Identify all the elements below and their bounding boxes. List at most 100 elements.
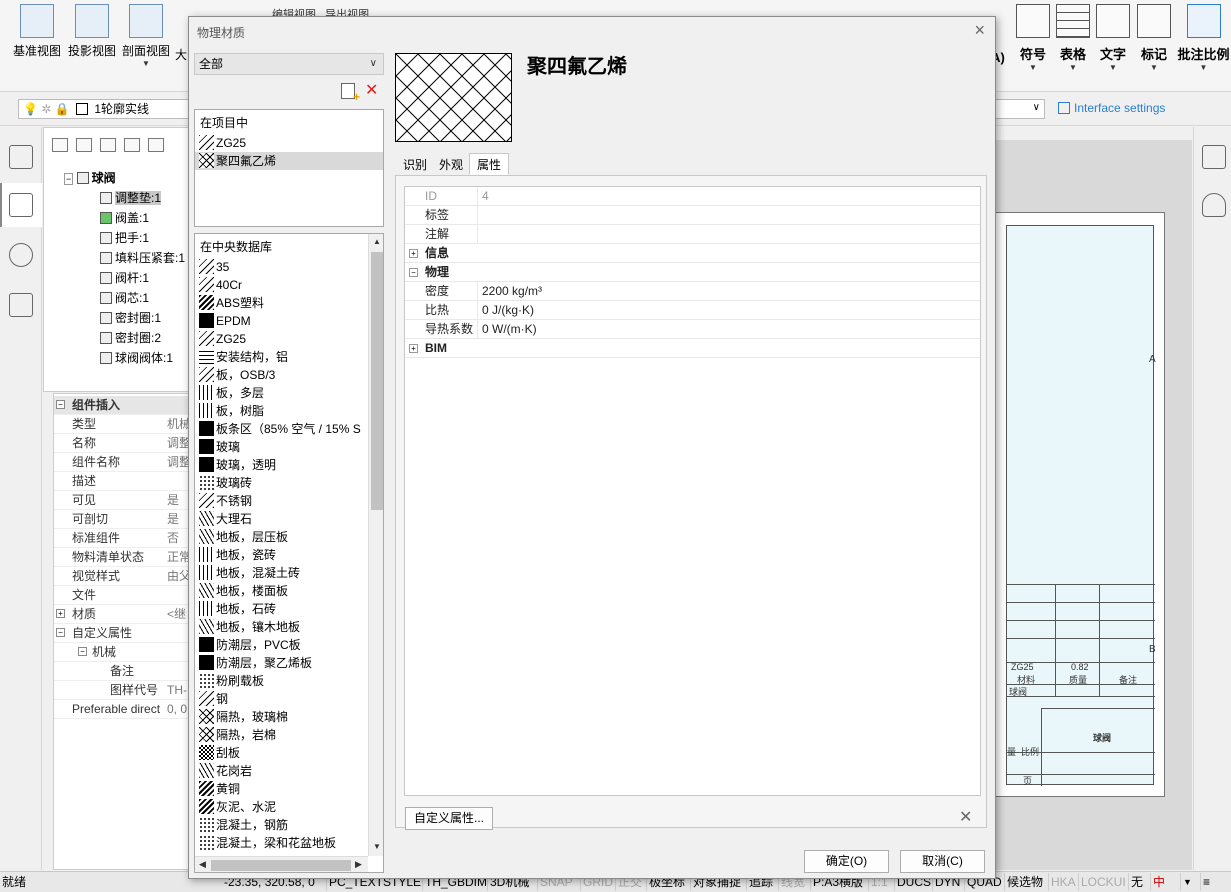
balloon-icon[interactable]: [1202, 193, 1226, 217]
right-combo[interactable]: ∨: [995, 99, 1045, 119]
list-item[interactable]: 板条区（85% 空气 / 15% S: [199, 420, 369, 438]
tree-item[interactable]: 密封圈:1: [100, 309, 161, 327]
scroll-right-icon[interactable]: ▶: [355, 859, 362, 870]
property-row[interactable]: 比热 0 J/(kg·K): [405, 301, 980, 320]
list-item[interactable]: 花岗岩: [199, 762, 369, 780]
property-row[interactable]: Preferable direct 0, 0: [54, 700, 189, 719]
text-button[interactable]: 文字 ▼: [1094, 4, 1132, 88]
tree-root[interactable]: − 球阀: [64, 169, 116, 187]
property-row[interactable]: 图样代号 TH-: [54, 681, 189, 700]
status-hka[interactable]: HKA: [1048, 873, 1078, 891]
expand-icon[interactable]: +: [409, 249, 418, 258]
list-item[interactable]: 隔热，岩棉: [199, 726, 369, 744]
scroll-up-icon[interactable]: ▲: [373, 237, 381, 246]
list-item[interactable]: 玻璃砖: [199, 474, 369, 492]
list-item[interactable]: 混凝土，钢筋: [199, 816, 369, 834]
property-group-bim[interactable]: + BIM: [405, 339, 980, 358]
list-item[interactable]: 粉刷载板: [199, 672, 369, 690]
collapse-icon[interactable]: −: [78, 647, 87, 656]
list-horizontal-scrollbar[interactable]: ◀ ▶: [195, 856, 368, 872]
property-row[interactable]: 名称 调整: [54, 434, 189, 453]
property-row[interactable]: 可见是: [54, 491, 189, 510]
annotation-scale-button[interactable]: 批注比例 ▼: [1176, 4, 1231, 88]
property-row[interactable]: 导热系数 0 W/(m·K): [405, 320, 980, 339]
collapse-icon[interactable]: −: [409, 268, 418, 277]
tree-item[interactable]: 阀芯:1: [100, 289, 149, 307]
expand-icon[interactable]: +: [56, 609, 65, 618]
expand-icon[interactable]: +: [409, 344, 418, 353]
property-row[interactable]: 注解: [405, 225, 980, 244]
list-item[interactable]: 板，多层: [199, 384, 369, 402]
language-icon[interactable]: 中: [1150, 873, 1167, 891]
list-item[interactable]: 板，树脂: [199, 402, 369, 420]
base-view-button[interactable]: 基准视图: [10, 4, 64, 88]
detail-view-button[interactable]: 大: [174, 4, 188, 88]
list-item[interactable]: ZG25: [199, 330, 369, 348]
list-item[interactable]: 大理石: [199, 510, 369, 528]
tree-tool-1-icon[interactable]: [52, 138, 68, 152]
list-item[interactable]: 地板，石砖: [199, 600, 369, 618]
status-candidate[interactable]: 候选物: [1004, 873, 1045, 891]
gear-icon[interactable]: [124, 138, 140, 152]
delete-material-icon[interactable]: ✕: [365, 80, 378, 100]
list-item[interactable]: 玻璃: [199, 438, 369, 456]
list-item[interactable]: 35: [199, 258, 369, 276]
list-item[interactable]: 玻璃，透明: [199, 456, 369, 474]
list-item[interactable]: ZG25: [199, 134, 369, 152]
list-vertical-scrollbar[interactable]: ▲ ▼: [368, 234, 383, 856]
chevron-down-icon[interactable]: ▼: [1180, 873, 1194, 891]
table-view-icon[interactable]: [9, 145, 33, 169]
list-item[interactable]: 钢: [199, 690, 369, 708]
tree-item[interactable]: 调整垫:1: [100, 189, 162, 207]
component-cube-icon[interactable]: [9, 193, 33, 217]
layer-selector[interactable]: 💡 ✲ 🔒 1轮廓实线: [18, 99, 190, 119]
tab-identity[interactable]: 识别: [395, 153, 435, 175]
property-row[interactable]: 描述: [54, 472, 189, 491]
property-row[interactable]: − 机械: [54, 643, 189, 662]
list-item[interactable]: 板，OSB/3: [199, 366, 369, 384]
custom-properties-button[interactable]: 自定义属性...: [405, 807, 493, 830]
sliders-icon[interactable]: [1202, 145, 1226, 169]
section-view-button[interactable]: 剖面视图 ▼: [120, 4, 172, 88]
property-row[interactable]: 组件名称 调整: [54, 453, 189, 472]
list-item[interactable]: 安装结构，铝: [199, 348, 369, 366]
list-item[interactable]: 混凝土，梁和花盆地板: [199, 834, 369, 852]
list-item[interactable]: EPDM: [199, 312, 369, 330]
property-row[interactable]: − 自定义属性: [54, 624, 189, 643]
property-row[interactable]: + 材质 <继: [54, 605, 189, 624]
scroll-down-icon[interactable]: ▼: [373, 842, 381, 851]
tree-item[interactable]: 填料压紧套:1: [100, 249, 185, 267]
hierarchy-icon[interactable]: [9, 293, 33, 317]
cancel-button[interactable]: 取消(C): [900, 850, 985, 873]
material-filter-select[interactable]: 全部 ∨: [194, 53, 384, 75]
list-item[interactable]: 黄铜: [199, 780, 369, 798]
tree-item[interactable]: 把手:1: [100, 229, 149, 247]
scrollbar-thumb[interactable]: [211, 860, 351, 871]
property-row[interactable]: 类型 机械: [54, 415, 189, 434]
property-row[interactable]: 标签: [405, 206, 980, 225]
tab-properties[interactable]: 属性: [469, 153, 510, 175]
tree-item[interactable]: 阀盖:1: [100, 209, 149, 227]
status-lockui[interactable]: LOCKUI: [1078, 873, 1128, 891]
symbol-button[interactable]: 符号 ▼: [1014, 4, 1052, 88]
tab-appearance[interactable]: 外观: [431, 153, 471, 175]
list-item[interactable]: 地板，镶木地板: [199, 618, 369, 636]
list-item[interactable]: 地板，瓷砖: [199, 546, 369, 564]
list-item[interactable]: ABS塑料: [199, 294, 369, 312]
property-group-physical[interactable]: − 物理: [405, 263, 980, 282]
list-item-selected[interactable]: 聚四氟乙烯: [195, 152, 383, 170]
close-icon[interactable]: ×: [974, 20, 985, 41]
binoculars-icon[interactable]: [148, 138, 164, 152]
mark-button[interactable]: 标记 ▼: [1134, 4, 1174, 88]
property-row[interactable]: 视觉样式 由父: [54, 567, 189, 586]
scroll-left-icon[interactable]: ◀: [199, 859, 206, 870]
tree-item[interactable]: 球阀阀体:1: [100, 349, 173, 367]
property-row[interactable]: 标准组件否: [54, 529, 189, 548]
interface-settings-link[interactable]: Interface settings: [1058, 101, 1165, 115]
scrollbar-thumb[interactable]: [371, 252, 383, 510]
collapse-icon[interactable]: −: [64, 173, 74, 185]
status-none[interactable]: 无: [1128, 873, 1145, 891]
list-item[interactable]: 地板，楼面板: [199, 582, 369, 600]
projection-view-button[interactable]: 投影视图: [66, 4, 118, 88]
list-item[interactable]: 地板，混凝土砖: [199, 564, 369, 582]
